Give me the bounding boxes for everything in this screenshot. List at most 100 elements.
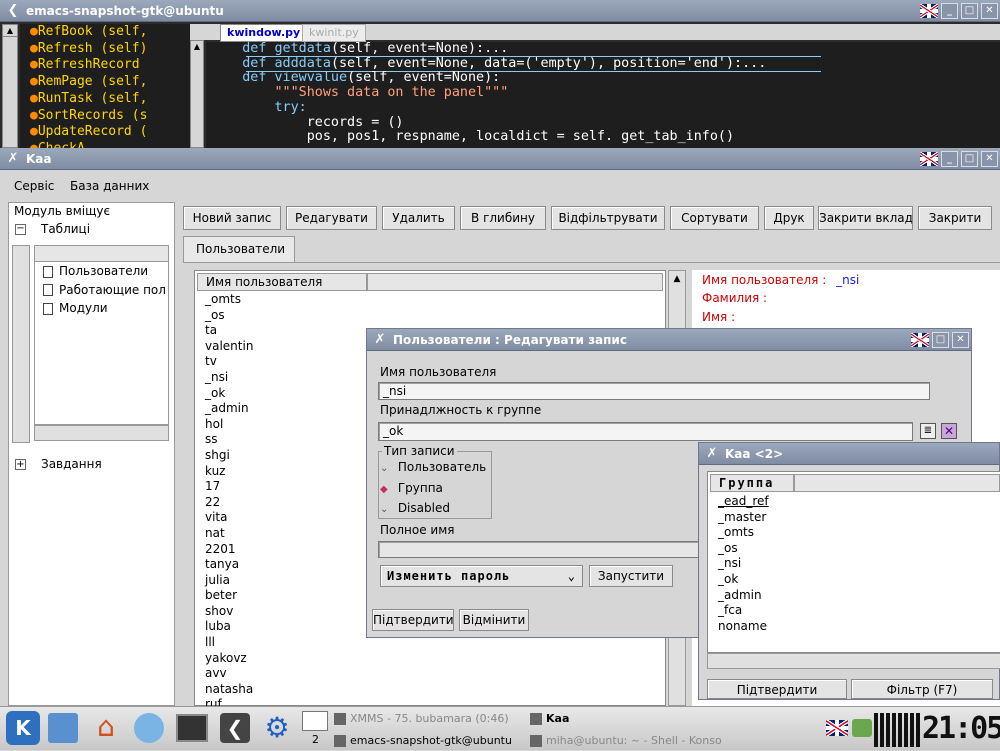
- outline-item[interactable]: ●RemPage (self,: [30, 74, 147, 89]
- column-header-group[interactable]: Группа: [710, 474, 794, 492]
- radio-1[interactable]: ◆ Группа: [380, 481, 443, 495]
- emacs-titlebar[interactable]: ❮ emacs-snapshot-gtk@ubuntu _ □ ✕: [0, 0, 1000, 22]
- toolbar-button-4[interactable]: Відфільтрувати: [551, 206, 665, 230]
- table-row[interactable]: _fca: [710, 603, 990, 619]
- code-editor[interactable]: def getdata(self, event=None):... def ad…: [206, 42, 1000, 148]
- confirm-button[interactable]: Підтвердити: [372, 609, 454, 631]
- close-button[interactable]: ✕: [981, 151, 998, 167]
- bullet-icon: ●: [30, 90, 38, 106]
- tree-tables[interactable]: Таблиці: [41, 222, 90, 236]
- keyboard-layout-flag-icon[interactable]: [920, 152, 938, 166]
- code-scrollbar[interactable]: ▲: [190, 40, 204, 148]
- group-field[interactable]: _ok: [378, 422, 913, 441]
- taskbar-task-3[interactable]: miha@ubuntu: ~ - Shell - Konso: [530, 731, 722, 751]
- edit-dialog-titlebar[interactable]: ✗ Пользователи : Редагувати запис □ ✕: [367, 329, 971, 351]
- kaa2-titlebar[interactable]: ✗ Kaa <2>: [699, 443, 999, 465]
- toolbar-button-3[interactable]: В глибину: [460, 206, 546, 230]
- cancel-button[interactable]: Відмінити: [459, 609, 529, 631]
- user-field[interactable]: _nsi: [378, 382, 930, 400]
- table-row[interactable]: avv: [197, 666, 663, 682]
- kde-window-icon[interactable]: ❮: [5, 3, 21, 19]
- settings-icon[interactable]: ⚙: [262, 713, 292, 743]
- table-row[interactable]: _nsi: [710, 556, 990, 572]
- outline-item[interactable]: ●RunTask (self,: [30, 91, 147, 106]
- table-row[interactable]: _os: [710, 541, 990, 557]
- toolbar-button-8[interactable]: Закрити: [918, 206, 992, 230]
- outline-item[interactable]: ●CheckA...: [30, 141, 108, 148]
- tab-users[interactable]: Пользователи: [183, 236, 295, 262]
- kaa-titlebar[interactable]: ✗ Kaa _ □ ✕: [0, 148, 1000, 170]
- tree-list-vscroll[interactable]: [12, 245, 30, 443]
- collapse-tables-icon[interactable]: −: [15, 224, 26, 235]
- outline-item[interactable]: ●UpdateRecord (: [30, 124, 147, 139]
- tree-list-hscroll[interactable]: [34, 425, 169, 441]
- konqueror-icon[interactable]: [134, 713, 164, 743]
- minimize-button[interactable]: _: [941, 3, 958, 19]
- terminal-icon[interactable]: [176, 714, 208, 742]
- desktop-icon[interactable]: [48, 713, 78, 743]
- keyboard-layout-flag-icon[interactable]: [920, 4, 938, 18]
- table-row[interactable]: _omts: [710, 525, 990, 541]
- x-window-icon[interactable]: ✗: [372, 332, 388, 348]
- toolbar-button-7[interactable]: Закрити вкладк: [818, 206, 913, 230]
- outline-item[interactable]: ●RefBook (self,: [30, 24, 147, 39]
- group-clear-icon[interactable]: ✕: [941, 423, 957, 439]
- table-row[interactable]: noname: [710, 619, 990, 635]
- taskbar-task-2[interactable]: emacs-snapshot-gtk@ubuntu: [334, 731, 526, 751]
- maximize-button[interactable]: □: [961, 151, 978, 167]
- tree-item[interactable]: Модули: [35, 299, 168, 318]
- maximize-button[interactable]: □: [932, 332, 949, 348]
- table-row[interactable]: _os: [197, 308, 663, 324]
- outline-item[interactable]: ●SortRecords (s: [30, 108, 147, 123]
- keyboard-layout-flag-icon[interactable]: [826, 720, 848, 736]
- home-icon[interactable]: ⌂: [90, 711, 122, 743]
- change-password-button[interactable]: Изменить пароль ⌄: [380, 565, 583, 587]
- close-button[interactable]: ✕: [981, 3, 998, 19]
- tab-kwinit[interactable]: kwinit.py: [302, 24, 366, 42]
- toolbar-button-6[interactable]: Друк: [764, 206, 814, 230]
- tray-network-icon[interactable]: [852, 719, 872, 737]
- x-window-icon[interactable]: ✗: [704, 446, 720, 462]
- tree-item[interactable]: Работающие пол: [35, 281, 168, 300]
- emacs-icon[interactable]: ❮: [220, 713, 250, 743]
- outline-item[interactable]: ●RefreshRecord: [30, 57, 140, 72]
- radio-0[interactable]: ⌄ Пользователь: [380, 460, 486, 474]
- expand-tasks-icon[interactable]: +: [15, 459, 26, 470]
- desktop-number[interactable]: 2: [312, 733, 319, 746]
- toolbar-button-0[interactable]: Новий запис: [183, 206, 281, 230]
- filter-button[interactable]: Фільтр (F7): [851, 679, 993, 699]
- outline-scrollbar[interactable]: ▲: [2, 24, 18, 148]
- tree-tasks[interactable]: Завдання: [41, 457, 102, 471]
- tree-item[interactable]: Пользователи: [35, 262, 168, 281]
- menu-database[interactable]: База данних: [70, 179, 149, 193]
- clock[interactable]: 21:05: [922, 711, 1000, 746]
- x-window-icon[interactable]: ✗: [5, 151, 21, 167]
- pager-icon[interactable]: [302, 711, 328, 731]
- column-header-username[interactable]: Имя пользователя: [197, 273, 367, 291]
- table-row[interactable]: natasha: [197, 682, 663, 698]
- kde-menu-icon[interactable]: K: [6, 711, 40, 745]
- table-row[interactable]: _admin: [710, 588, 990, 604]
- tab-kwindow[interactable]: kwindow.py: [220, 24, 308, 42]
- table-row[interactable]: _ead_ref: [710, 494, 990, 510]
- menu-service[interactable]: Сервіс: [14, 179, 54, 193]
- taskbar-task-1[interactable]: Kaa: [530, 709, 722, 729]
- maximize-button[interactable]: □: [961, 3, 978, 19]
- toolbar-button-1[interactable]: Редагувати: [286, 206, 377, 230]
- table-row[interactable]: _omts: [197, 292, 663, 308]
- keyboard-layout-flag-icon[interactable]: [911, 333, 929, 347]
- run-button[interactable]: Запустити: [589, 565, 673, 587]
- radio-2[interactable]: ⌄ Disabled: [380, 501, 450, 515]
- group-list-icon[interactable]: ≣: [920, 423, 936, 439]
- table-row[interactable]: yakovz: [197, 651, 663, 667]
- kaa2-confirm-button[interactable]: Підтвердити: [707, 679, 847, 699]
- table-row[interactable]: _master: [710, 510, 990, 526]
- outline-item[interactable]: ●Refresh (self): [30, 41, 147, 56]
- minimize-button[interactable]: _: [941, 151, 958, 167]
- taskbar-task-0[interactable]: XMMS - 75. bubamara (0:46): [334, 709, 526, 729]
- toolbar-button-2[interactable]: Удалить: [382, 206, 455, 230]
- table-row[interactable]: _ok: [710, 572, 990, 588]
- close-button[interactable]: ✕: [952, 332, 969, 348]
- groups-hscroll[interactable]: [707, 653, 1000, 669]
- toolbar-button-5[interactable]: Сортувати: [670, 206, 759, 230]
